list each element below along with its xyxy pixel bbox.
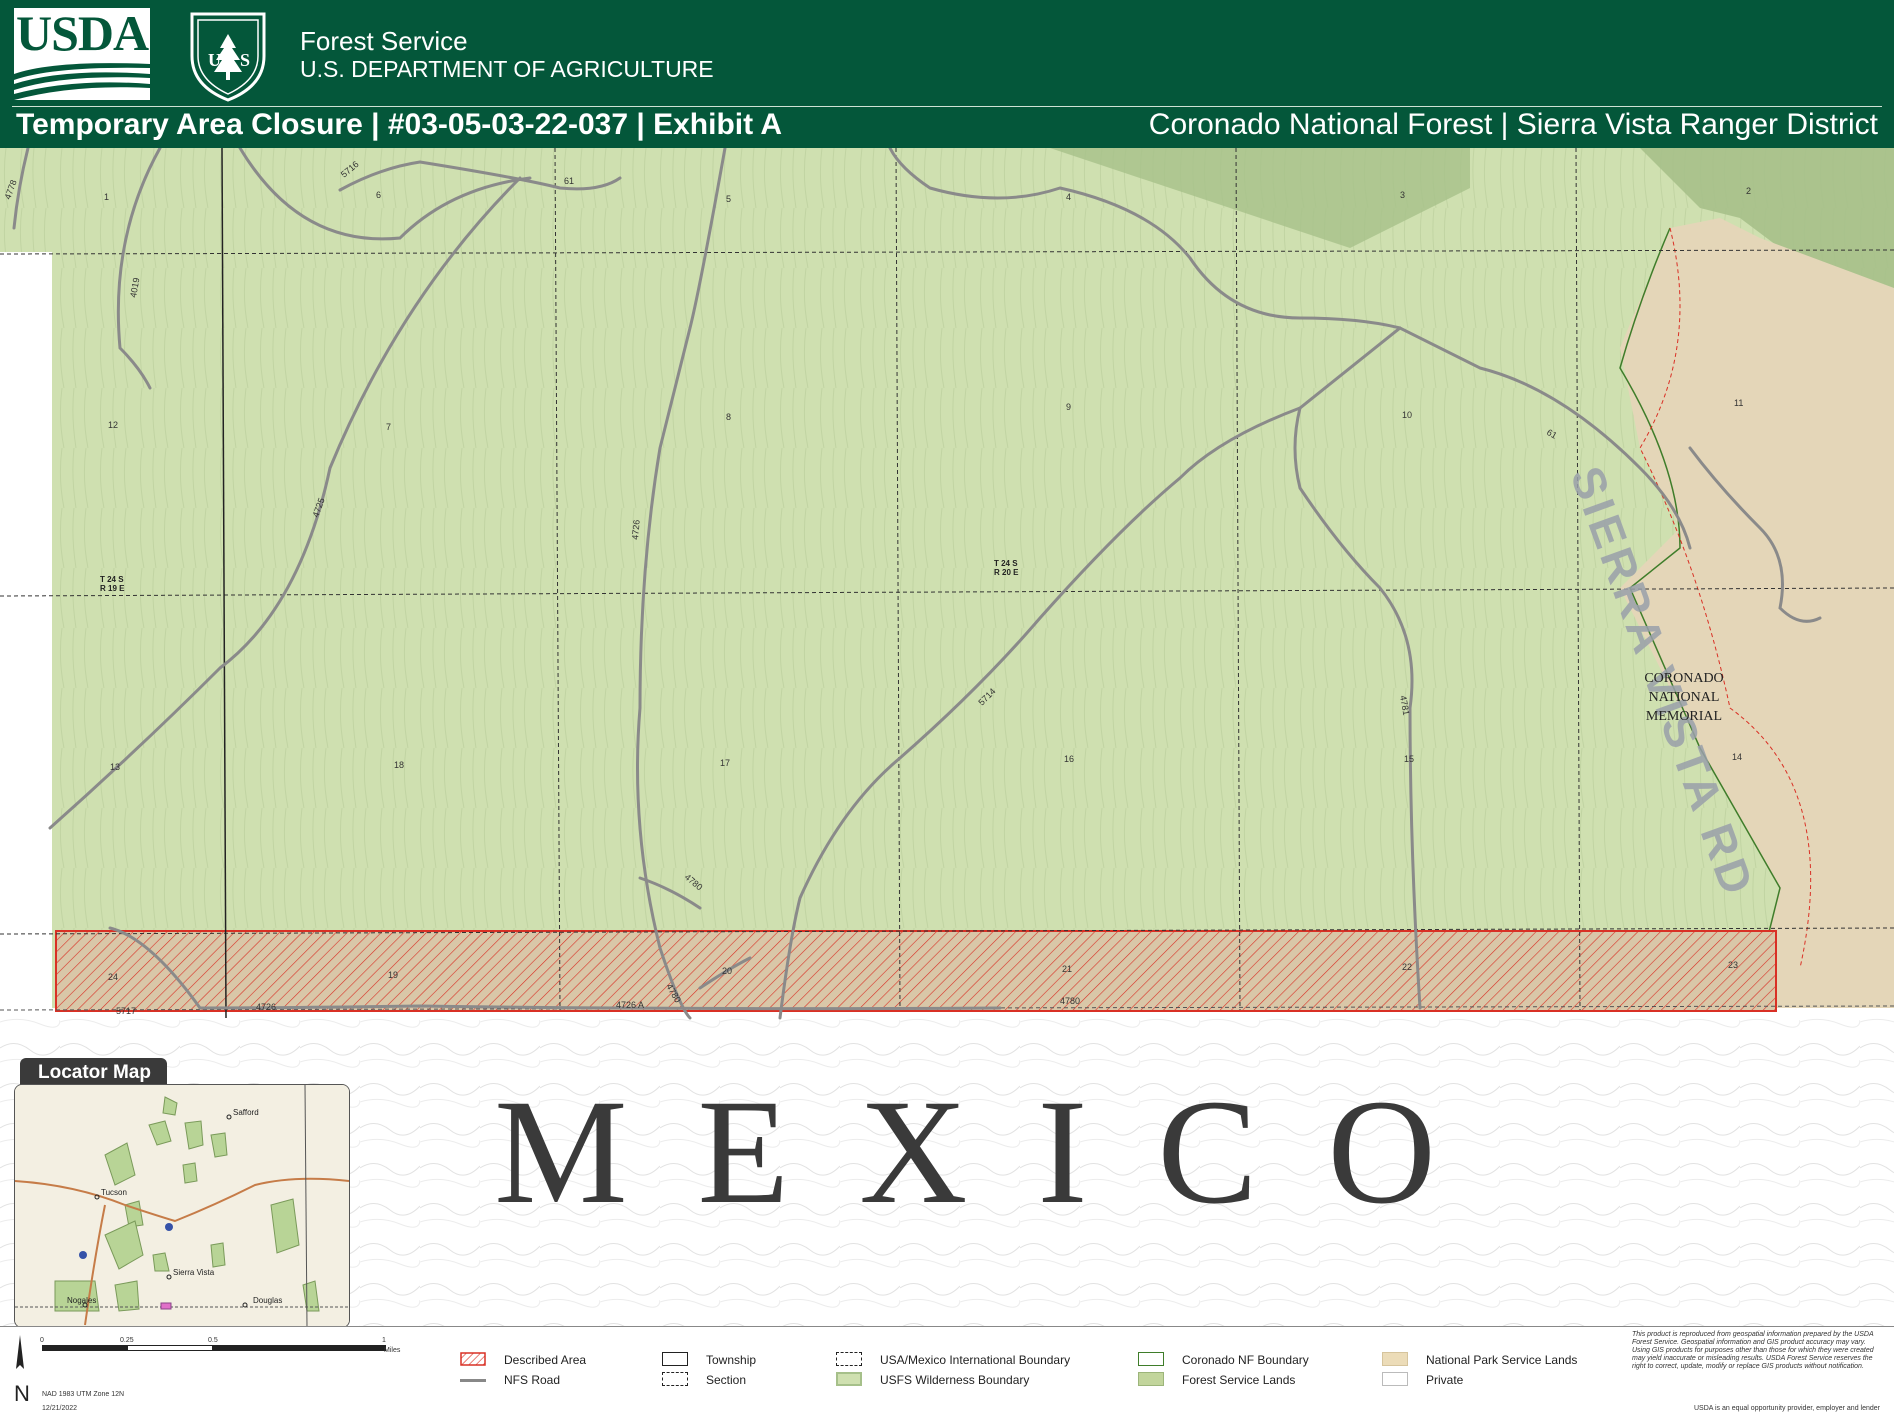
- legend-wilderness-swatch: [836, 1372, 862, 1386]
- legend-nfs-road-swatch: [460, 1379, 486, 1382]
- legend-township-swatch: [662, 1352, 688, 1366]
- legend-international-boundary-swatch: [836, 1352, 862, 1366]
- coronado-memorial-line2: NATIONAL: [1649, 690, 1720, 705]
- locator-place-sierra-vista: Sierra Vista: [173, 1268, 215, 1277]
- legend-township: Township: [706, 1353, 757, 1367]
- agency-name: Forest Service: [300, 26, 468, 56]
- road-label-4726a: 4726 A: [616, 1000, 644, 1010]
- map-datum: NAD 1983 UTM Zone 12N: [42, 1391, 125, 1398]
- coronado-memorial-label: CORONADO NATIONAL MEMORIAL: [1644, 671, 1723, 724]
- section-5: 5: [726, 194, 731, 204]
- legend-coronado-boundary: Coronado NF Boundary: [1182, 1353, 1309, 1367]
- legend-wilderness: USFS Wilderness Boundary: [880, 1373, 1030, 1387]
- section-10: 10: [1402, 410, 1412, 420]
- map-date: 12/21/2022: [42, 1405, 78, 1412]
- usda-logo: USDA: [14, 5, 150, 100]
- scale-tick-1: 1: [382, 1337, 386, 1344]
- coronado-memorial-line1: CORONADO: [1644, 671, 1723, 686]
- road-label-4780-b: 4780: [1060, 996, 1080, 1006]
- map-title: Temporary Area Closure | #03-05-03-22-03…: [16, 108, 782, 141]
- scale-tick-025: 0.25: [120, 1337, 134, 1344]
- legend-private-swatch: [1382, 1372, 1408, 1386]
- legend-forest-lands-swatch: [1138, 1372, 1164, 1386]
- section-13: 13: [110, 762, 120, 772]
- usda-logo-text: USDA: [16, 5, 149, 61]
- road-label-5717: 5717: [116, 1006, 136, 1016]
- section-20: 20: [722, 966, 732, 976]
- locator-map-title: Locator Map: [20, 1058, 167, 1087]
- section-15: 15: [1404, 754, 1414, 764]
- locator-interstate-shield-icon-2: [79, 1251, 87, 1259]
- legend-international-boundary: USA/Mexico International Boundary: [880, 1353, 1071, 1367]
- legend-described-area-swatch: [460, 1352, 486, 1366]
- scale-bar: [42, 1345, 386, 1351]
- locator-map-canvas: Safford Tucson Sierra Vista Nogales Doug…: [15, 1085, 349, 1327]
- section-12: 12: [108, 420, 118, 430]
- legend-nps-swatch: [1382, 1352, 1408, 1366]
- scale-unit: Miles: [384, 1347, 401, 1354]
- section-8: 8: [726, 412, 731, 422]
- locator-place-nogales: Nogales: [67, 1296, 96, 1305]
- shield-letter-u: U: [208, 50, 221, 70]
- coronado-memorial-line3: MEMORIAL: [1646, 709, 1722, 724]
- header-divider: [12, 106, 1882, 107]
- road-label-4726-b: 4726: [256, 1002, 276, 1012]
- scale-tick-0: 0: [40, 1337, 44, 1344]
- section-11: 11: [1734, 398, 1743, 408]
- section-16: 16: [1064, 754, 1074, 764]
- section-21: 21: [1062, 964, 1072, 974]
- township-label-east-line2: R 20 E: [994, 568, 1019, 577]
- locator-map[interactable]: Safford Tucson Sierra Vista Nogales Doug…: [14, 1084, 350, 1328]
- private-land-west: [0, 252, 52, 1082]
- legend-coronado-boundary-swatch: [1138, 1352, 1164, 1366]
- section-6: 6: [376, 190, 381, 200]
- section-22: 22: [1402, 962, 1412, 972]
- section-3: 3: [1400, 190, 1405, 200]
- section-1: 1: [104, 192, 109, 202]
- township-label-west: T 24 S R 19 E: [100, 575, 126, 593]
- legend-private: Private: [1426, 1373, 1464, 1387]
- section-7: 7: [386, 422, 391, 432]
- locator-place-douglas: Douglas: [253, 1296, 282, 1305]
- section-2: 2: [1746, 186, 1751, 196]
- header-banner: USDA U S Forest Service U.S. DEPARTMENT …: [0, 0, 1894, 148]
- legend-bar: N 0 0.25 0.5 1 Miles NAD 1983 UTM Zone 1…: [0, 1326, 1894, 1421]
- locator-interstate-shield-icon: [165, 1223, 173, 1231]
- legend-nfs-road: NFS Road: [504, 1373, 561, 1387]
- road-label-4726: 4726: [630, 519, 642, 540]
- usda-logo-waves-icon: [14, 63, 150, 100]
- department-name: U.S. DEPARTMENT OF AGRICULTURE: [300, 56, 714, 82]
- legend-section: Section: [706, 1373, 747, 1387]
- described-area[interactable]: [55, 930, 1777, 1012]
- section-17: 17: [720, 758, 730, 768]
- mexico-label: MEXICO: [494, 1069, 1506, 1235]
- section-19: 19: [388, 970, 398, 980]
- disclaimer-text: This product is reproduced from geospati…: [1632, 1331, 1874, 1370]
- scale-tick-05: 0.5: [208, 1337, 218, 1344]
- section-4: 4: [1066, 192, 1071, 202]
- legend-section-swatch: [662, 1372, 688, 1386]
- township-label-east: T 24 S R 20 E: [994, 559, 1020, 577]
- section-23: 23: [1728, 960, 1738, 970]
- locator-place-tucson: Tucson: [101, 1188, 127, 1197]
- township-label-east-line1: T 24 S: [994, 559, 1018, 568]
- township-label-west-line2: R 19 E: [100, 584, 125, 593]
- locator-area-marker: [160, 1302, 172, 1310]
- north-arrow-label: N: [14, 1381, 30, 1406]
- shield-letter-s: S: [240, 50, 250, 70]
- road-label-61: 61: [564, 176, 574, 186]
- map-subtitle: Coronado National Forest | Sierra Vista …: [1148, 108, 1878, 141]
- forest-service-shield-icon: U S: [190, 12, 266, 102]
- section-9: 9: [1066, 402, 1071, 412]
- equal-opportunity-text: USDA is an equal opportunity provider, e…: [1694, 1405, 1880, 1412]
- section-18: 18: [394, 760, 404, 770]
- section-24: 24: [108, 972, 118, 982]
- legend-forest-lands: Forest Service Lands: [1182, 1373, 1296, 1387]
- legend-described-area: Described Area: [504, 1353, 587, 1367]
- legend-nps: National Park Service Lands: [1426, 1353, 1578, 1367]
- section-14: 14: [1732, 752, 1742, 762]
- north-arrow-icon: N: [14, 1335, 30, 1406]
- locator-place-safford: Safford: [233, 1108, 259, 1117]
- township-label-west-line1: T 24 S: [100, 575, 124, 584]
